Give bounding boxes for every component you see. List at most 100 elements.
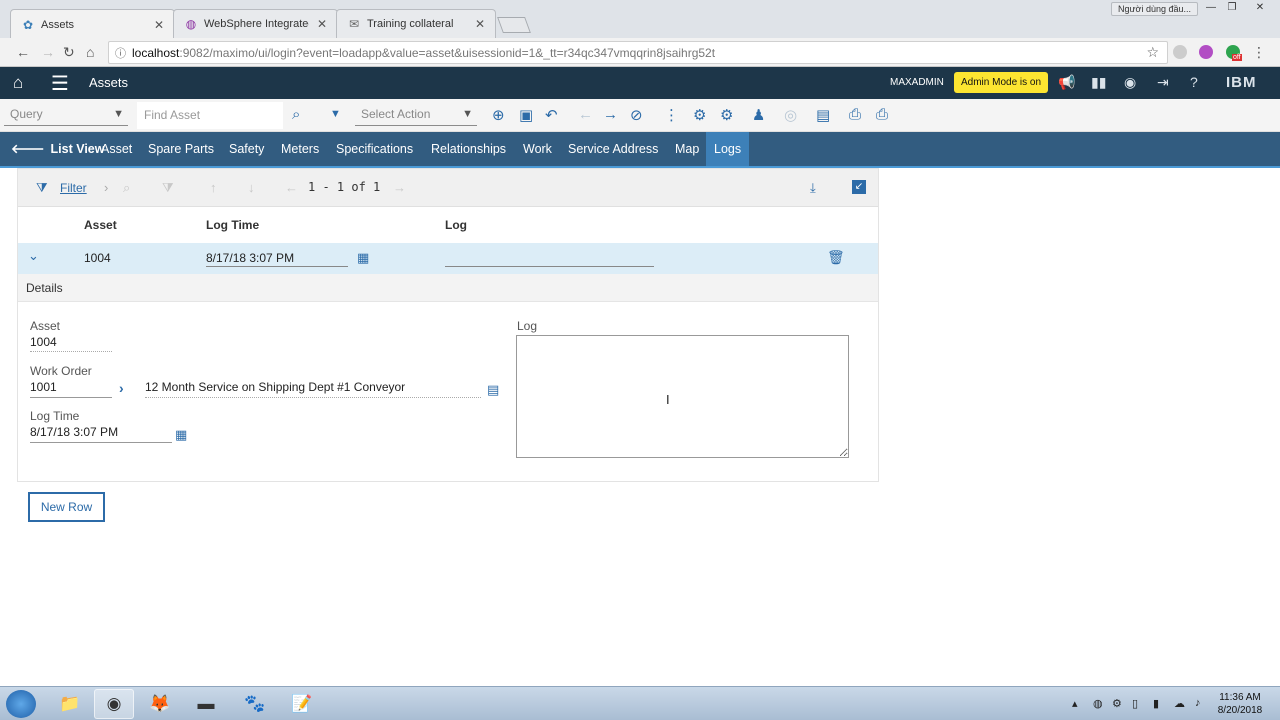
maximize-icon[interactable]: ❐ — [1222, 2, 1242, 16]
chevron-right-icon[interactable]: › — [104, 180, 108, 195]
terminal-icon[interactable]: ▬ — [186, 689, 226, 719]
profile-chip[interactable]: Người dùng đầu... — [1111, 2, 1198, 16]
column-header-asset[interactable]: Asset — [84, 218, 117, 232]
search-icon[interactable]: ⌕ — [123, 180, 130, 196]
browser-tab-assets[interactable]: ✿ Assets ✕ — [10, 9, 175, 39]
reload-icon[interactable]: ↻ — [63, 44, 75, 61]
reports-icon[interactable]: ▮▮ — [1091, 74, 1106, 91]
hamburger-menu-icon[interactable]: ☰ — [51, 71, 69, 96]
bulletin-icon[interactable]: 📢 — [1058, 74, 1075, 91]
row-log-time[interactable]: 8/17/18 3:07 PM — [206, 251, 294, 265]
tab-relationships[interactable]: Relationships — [431, 132, 506, 168]
next-page-icon[interactable]: → — [393, 180, 406, 195]
delete-row-icon[interactable]: 🗑 — [827, 249, 845, 266]
filter-link[interactable]: Filter — [60, 181, 87, 195]
cloud-tray-icon[interactable]: ☁ — [1174, 697, 1185, 710]
tab-logs[interactable]: Logs — [706, 132, 750, 168]
work-order-detail-chevron-icon[interactable]: › — [119, 380, 124, 396]
sort-down-icon[interactable]: ↓ — [248, 180, 255, 195]
hierarchy-icon[interactable]: ♟ — [752, 106, 765, 124]
download-icon[interactable]: ⤓ — [810, 180, 816, 196]
chrome-icon[interactable]: ◉ — [94, 689, 134, 719]
work-order-icon[interactable]: ⚙ — [693, 106, 706, 124]
url-field[interactable]: ⓘ localhost:9082/maximo/ui/login?event=l… — [108, 41, 1168, 64]
new-record-icon[interactable]: ⊕ — [492, 106, 505, 124]
log-textarea[interactable] — [517, 336, 848, 457]
file-explorer-icon[interactable]: 📁 — [50, 689, 90, 719]
close-tab-icon[interactable]: ✕ — [475, 17, 485, 31]
calendar-icon[interactable]: ▦ — [175, 427, 187, 443]
tab-asset[interactable]: Asset — [101, 132, 132, 168]
show-hidden-icons-icon[interactable]: ▴ — [1072, 697, 1078, 710]
volume-tray-icon[interactable]: ♪ — [1195, 697, 1201, 709]
print-icon[interactable]: ⎙ — [849, 106, 861, 123]
browser-tab-training[interactable]: ✉ Training collateral ✕ — [336, 9, 496, 38]
disabled-action-icon[interactable]: ◎ — [784, 106, 797, 124]
firefox-icon[interactable]: 🦊 — [140, 689, 180, 719]
tab-list-view[interactable]: 🡐 List View — [11, 132, 105, 168]
column-header-log-time[interactable]: Log Time — [206, 218, 259, 232]
home-icon[interactable]: ⌂ — [86, 44, 94, 60]
bookmark-star-icon[interactable]: ☆ — [1146, 44, 1159, 61]
notepad-icon[interactable]: 📝 — [282, 689, 322, 719]
select-action-dropdown[interactable]: Select Action ▼ — [355, 104, 477, 126]
tab-specifications[interactable]: Specifications — [336, 132, 413, 168]
tab-service-address[interactable]: Service Address — [568, 132, 658, 168]
undo-icon[interactable]: ↶ — [545, 106, 558, 124]
save-icon[interactable]: ▣ — [519, 106, 533, 124]
tab-meters[interactable]: Meters — [281, 132, 319, 168]
device-tray-icon[interactable]: ▯ — [1132, 697, 1138, 710]
browser-tab-websphere[interactable]: ◍ WebSphere Integrated S ✕ — [173, 9, 338, 38]
admin-mode-badge[interactable]: Admin Mode is on — [954, 72, 1049, 93]
service-request-icon[interactable]: ⚙ — [720, 106, 733, 124]
settings-tray-icon[interactable]: ⚙ — [1112, 697, 1122, 710]
security-tray-icon[interactable]: ◍ — [1093, 697, 1103, 710]
calendar-icon[interactable]: ▦ — [357, 250, 369, 266]
close-tab-icon[interactable]: ✕ — [154, 18, 164, 32]
column-header-log[interactable]: Log — [445, 218, 467, 232]
tab-work[interactable]: Work — [523, 132, 552, 168]
drilldown-icon[interactable]: ⋮ — [664, 106, 679, 124]
minimize-icon[interactable]: — — [1201, 2, 1221, 16]
extension-icon[interactable] — [1199, 45, 1213, 59]
browser-menu-icon[interactable]: ⋮ — [1252, 44, 1266, 61]
close-tab-icon[interactable]: ✕ — [317, 17, 327, 31]
tab-map[interactable]: Map — [675, 132, 699, 168]
profile-icon[interactable]: ◉ — [1124, 74, 1136, 91]
new-tab-button[interactable] — [497, 17, 531, 33]
clear-filter-icon[interactable]: ⧩ — [162, 180, 174, 196]
forward-icon[interactable]: → — [41, 44, 55, 60]
find-asset-input[interactable]: Find Asset — [137, 102, 283, 129]
info-icon[interactable]: ⓘ — [115, 45, 126, 61]
filter-icon[interactable]: ⧩ — [36, 180, 48, 196]
next-record-icon[interactable]: → — [603, 106, 618, 123]
sign-out-icon[interactable]: ⇥ — [1157, 74, 1169, 91]
help-icon[interactable]: ? — [1190, 74, 1198, 90]
window-close-icon[interactable]: ✕ — [1246, 2, 1274, 16]
previous-page-icon[interactable]: ← — [285, 180, 298, 195]
table-row[interactable]: ⌄ 1004 8/17/18 3:07 PM ▦ 🗑 — [18, 243, 878, 274]
cloud-extension-icon[interactable] — [1173, 45, 1187, 59]
tab-spare-parts[interactable]: Spare Parts — [148, 132, 214, 168]
document-icon[interactable]: ▤ — [816, 106, 830, 124]
query-select[interactable]: Query ▼ — [4, 104, 128, 126]
windows-start-icon[interactable] — [6, 690, 36, 718]
collapse-row-chevron-icon[interactable]: ⌄ — [28, 248, 39, 264]
log-time-field[interactable]: 8/17/18 3:07 PM — [30, 425, 118, 439]
system-clock[interactable]: 11:36 AM 8/20/2018 — [1216, 691, 1264, 717]
previous-record-icon[interactable]: ← — [578, 106, 593, 123]
change-status-icon[interactable]: ⊘ — [630, 106, 643, 124]
network-tray-icon[interactable]: ▮ — [1153, 697, 1159, 710]
collapse-table-icon[interactable]: ↙ — [852, 180, 866, 194]
new-row-button[interactable]: New Row — [28, 492, 105, 522]
sort-up-icon[interactable]: ↑ — [210, 180, 217, 195]
home-icon[interactable]: ⌂ — [13, 73, 23, 93]
long-description-icon[interactable]: ▤ — [487, 382, 499, 398]
gimp-icon[interactable]: 🐾 — [235, 689, 275, 719]
search-icon[interactable]: ⌕ — [292, 106, 300, 123]
work-order-field[interactable]: 1001 — [30, 380, 57, 394]
search-options-chevron-icon[interactable]: ▼ — [330, 108, 341, 120]
back-icon[interactable]: ← — [16, 44, 30, 60]
tab-safety[interactable]: Safety — [229, 132, 264, 168]
print-with-attachments-icon[interactable]: ⎙ — [876, 106, 888, 123]
